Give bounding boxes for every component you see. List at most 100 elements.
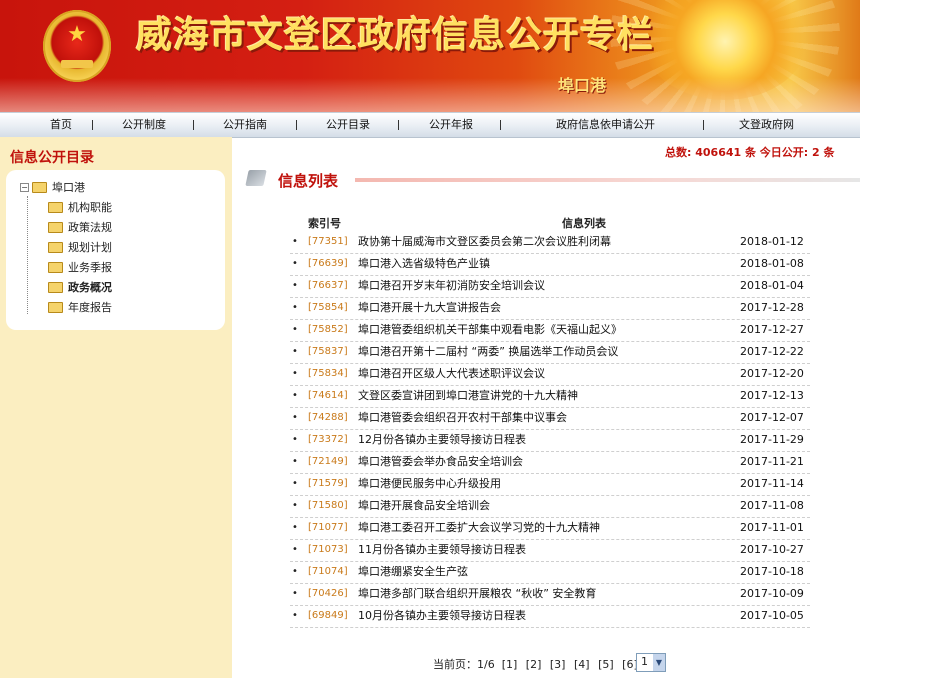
item-date: 2017-11-14 bbox=[740, 477, 804, 490]
item-title-link[interactable]: 埠口港管委组织机关干部集中观看电影《天福山起义》 bbox=[358, 322, 622, 338]
item-title-link[interactable]: 11月份各镇办主要领导接访日程表 bbox=[358, 542, 526, 558]
index-number[interactable]: [74288] bbox=[308, 410, 348, 426]
item-title-link[interactable]: 埠口港便民服务中心升级投用 bbox=[358, 476, 501, 492]
nav-disclosure-catalog[interactable]: 公开目录 bbox=[326, 113, 370, 137]
index-number[interactable]: [77351] bbox=[308, 234, 348, 250]
tree-item-policies[interactable]: 政策法规 bbox=[48, 220, 112, 236]
tree-item-org-functions[interactable]: 机构职能 bbox=[48, 200, 112, 216]
index-number[interactable]: [75837] bbox=[308, 344, 348, 360]
list-item[interactable]: • [71074] 埠口港绷紧安全生产弦 2017-10-18 bbox=[290, 562, 810, 584]
item-title-link[interactable]: 埠口港绷紧安全生产弦 bbox=[358, 564, 468, 580]
item-title-link[interactable]: 埠口港召开第十二届村 “两委” 换届选举工作动员会议 bbox=[358, 344, 618, 360]
list-item[interactable]: • [76639] 埠口港入选省级特色产业镇 2018-01-08 bbox=[290, 254, 810, 276]
item-title-link[interactable]: 文登区委宣讲团到埠口港宣讲党的十九大精神 bbox=[358, 388, 578, 404]
index-number[interactable]: [70426] bbox=[308, 586, 348, 602]
national-emblem-icon: ★ bbox=[43, 10, 111, 82]
list-item[interactable]: • [72149] 埠口港管委会举办食品安全培训会 2017-11-21 bbox=[290, 452, 810, 474]
heading-divider bbox=[355, 178, 860, 182]
folder-icon bbox=[48, 261, 63, 273]
page-link-2[interactable]: [2] bbox=[526, 658, 542, 671]
index-number[interactable]: [71073] bbox=[308, 542, 348, 558]
list-item[interactable]: • [75852] 埠口港管委组织机关干部集中观看电影《天福山起义》 2017-12-… bbox=[290, 320, 810, 342]
page-link-5[interactable]: [5] bbox=[598, 658, 614, 671]
nav-disclosure-guide[interactable]: 公开指南 bbox=[223, 113, 267, 137]
item-title-link[interactable]: 10月份各镇办主要领导接访日程表 bbox=[358, 608, 526, 624]
nav-annual-report[interactable]: 公开年报 bbox=[429, 113, 473, 137]
tree-item-overview-selected[interactable]: 政务概况 bbox=[48, 280, 112, 296]
page: ★ 威海市文登区政府信息公开专栏 埠口港 首页 公开制度 公开指南 公开目录 公… bbox=[0, 0, 860, 678]
nav-wendeng-gov-site[interactable]: 文登政府网 bbox=[739, 113, 794, 137]
list-item[interactable]: • [71077] 埠口港工委召开工委扩大会议学习党的十九大精神 2017-11-01 bbox=[290, 518, 810, 540]
item-title-link[interactable]: 12月份各镇办主要领导接访日程表 bbox=[358, 432, 526, 448]
list-item[interactable]: • [77351] 政协第十届威海市文登区委员会第二次会议胜利闭幕 2018-01-1… bbox=[290, 232, 810, 254]
list-item[interactable]: • [75837] 埠口港召开第十二届村 “两委” 换届选举工作动员会议 2017-1… bbox=[290, 342, 810, 364]
index-number[interactable]: [71580] bbox=[308, 498, 348, 514]
list-item[interactable]: • [75854] 埠口港开展十九大宣讲报告会 2017-12-28 bbox=[290, 298, 810, 320]
item-title-link[interactable]: 埠口港管委会举办食品安全培训会 bbox=[358, 454, 523, 470]
item-date: 2017-10-27 bbox=[740, 543, 804, 556]
page-link-3[interactable]: [3] bbox=[550, 658, 566, 671]
list-item[interactable]: • [71579] 埠口港便民服务中心升级投用 2017-11-14 bbox=[290, 474, 810, 496]
document-list-icon bbox=[245, 170, 267, 186]
page-select[interactable]: 1 ▼ bbox=[636, 653, 666, 672]
index-number[interactable]: [75852] bbox=[308, 322, 348, 338]
index-number[interactable]: [74614] bbox=[308, 388, 348, 404]
index-number[interactable]: [76637] bbox=[308, 278, 348, 294]
page-margin bbox=[860, 0, 931, 678]
item-date: 2017-12-20 bbox=[740, 367, 804, 380]
tree-item-plans[interactable]: 规划计划 bbox=[48, 240, 112, 256]
index-number[interactable]: [73372] bbox=[308, 432, 348, 448]
item-title-link[interactable]: 埠口港入选省级特色产业镇 bbox=[358, 256, 490, 272]
bullet: • bbox=[292, 346, 298, 357]
item-title-link[interactable]: 埠口港开展十九大宣讲报告会 bbox=[358, 300, 501, 316]
list-item[interactable]: • [71580] 埠口港开展食品安全培训会 2017-11-08 bbox=[290, 496, 810, 518]
item-title-link[interactable]: 埠口港召开岁末年初消防安全培训会议 bbox=[358, 278, 545, 294]
list-item[interactable]: • [74614] 文登区委宣讲团到埠口港宣讲党的十九大精神 2017-12-13 bbox=[290, 386, 810, 408]
page-link-4[interactable]: [4] bbox=[574, 658, 590, 671]
item-date: 2017-11-01 bbox=[740, 521, 804, 534]
list-item[interactable]: • [74288] 埠口港管委会组织召开农村干部集中议事会 2017-12-07 bbox=[290, 408, 810, 430]
collapse-icon[interactable]: − bbox=[20, 182, 29, 192]
folder-icon bbox=[48, 241, 63, 253]
tree-item-annual-report[interactable]: 年度报告 bbox=[48, 300, 112, 316]
chevron-down-icon[interactable]: ▼ bbox=[653, 654, 665, 671]
tree-root-item[interactable]: − 埠口港 bbox=[20, 180, 85, 196]
item-title-link[interactable]: 埠口港工委召开工委扩大会议学习党的十九大精神 bbox=[358, 520, 600, 536]
index-number[interactable]: [71077] bbox=[308, 520, 348, 536]
index-number[interactable]: [72149] bbox=[308, 454, 348, 470]
nav-disclosure-rules[interactable]: 公开制度 bbox=[122, 113, 166, 137]
tree-item-label: 政务概况 bbox=[68, 281, 112, 294]
item-title-link[interactable]: 埠口港召开区级人大代表述职评议会议 bbox=[358, 366, 545, 382]
item-title-link[interactable]: 埠口港多部门联合组织开展粮农 “秋收” 安全教育 bbox=[358, 586, 596, 602]
bullet: • bbox=[292, 302, 298, 313]
list-item[interactable]: • [76637] 埠口港召开岁末年初消防安全培训会议 2018-01-04 bbox=[290, 276, 810, 298]
list-item[interactable]: • [73372] 12月份各镇办主要领导接访日程表 2017-11-29 bbox=[290, 430, 810, 452]
nav-home[interactable]: 首页 bbox=[50, 113, 72, 137]
tree-item-quarterly[interactable]: 业务季报 bbox=[48, 260, 112, 276]
column-header-index: 索引号 bbox=[308, 217, 341, 230]
list-item[interactable]: • [71073] 11月份各镇办主要领导接访日程表 2017-10-27 bbox=[290, 540, 810, 562]
index-number[interactable]: [71074] bbox=[308, 564, 348, 580]
item-title-link[interactable]: 政协第十届威海市文登区委员会第二次会议胜利闭幕 bbox=[358, 234, 611, 250]
top-nav: 首页 公开制度 公开指南 公开目录 公开年报 政府信息依申请公开 文登政府网 bbox=[0, 112, 860, 138]
bullet: • bbox=[292, 522, 298, 533]
index-number[interactable]: [71579] bbox=[308, 476, 348, 492]
index-number[interactable]: [76639] bbox=[308, 256, 348, 272]
list-item[interactable]: • [69849] 10月份各镇办主要领导接访日程表 2017-10-05 bbox=[290, 606, 810, 628]
stats-summary: 总数: 406641 条 今日公开: 2 条 bbox=[665, 146, 835, 159]
index-number[interactable]: [75854] bbox=[308, 300, 348, 316]
item-date: 2018-01-12 bbox=[740, 235, 804, 248]
list-item[interactable]: • [75834] 埠口港召开区级人大代表述职评议会议 2017-12-20 bbox=[290, 364, 810, 386]
nav-application-disclosure[interactable]: 政府信息依申请公开 bbox=[556, 113, 655, 137]
item-title-link[interactable]: 埠口港管委会组织召开农村干部集中议事会 bbox=[358, 410, 567, 426]
page-link-1[interactable]: [1] bbox=[502, 658, 518, 671]
item-title-link[interactable]: 埠口港开展食品安全培训会 bbox=[358, 498, 490, 514]
nav-divider bbox=[500, 120, 501, 130]
list-item[interactable]: • [70426] 埠口港多部门联合组织开展粮农 “秋收” 安全教育 2017-10-… bbox=[290, 584, 810, 606]
folder-icon bbox=[48, 201, 63, 213]
index-number[interactable]: [75834] bbox=[308, 366, 348, 382]
item-date: 2017-10-09 bbox=[740, 587, 804, 600]
tree-item-label: 业务季报 bbox=[68, 261, 112, 274]
bullet: • bbox=[292, 434, 298, 445]
index-number[interactable]: [69849] bbox=[308, 608, 348, 624]
